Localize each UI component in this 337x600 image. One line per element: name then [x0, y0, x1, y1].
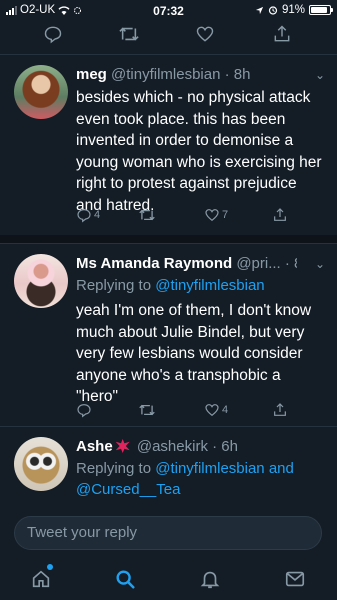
share-icon [274, 208, 286, 221]
avatar[interactable] [14, 254, 68, 308]
reply-count: 4 [94, 209, 101, 221]
like-count: 4 [222, 404, 229, 416]
chevron-down-icon[interactable]: ⌄ [315, 257, 325, 271]
retweet-icon[interactable] [118, 24, 140, 44]
retweet-icon [139, 404, 155, 416]
like-icon[interactable] [195, 24, 215, 44]
mention-link[interactable]: @tinyfilmlesbian [155, 460, 264, 477]
like-button[interactable]: 4 [204, 402, 228, 418]
author-handle: @ashekirk [136, 438, 208, 455]
notification-dot [47, 564, 53, 570]
author-name[interactable]: Ashe [76, 438, 113, 455]
tab-bar [0, 560, 337, 600]
author-handle: @pri... [236, 255, 281, 272]
avatar[interactable] [14, 65, 68, 119]
tweet-meg[interactable]: meg @tinyfilmlesbian · 8h ⌄ besides whic… [0, 55, 337, 235]
alarm-icon [268, 6, 278, 15]
replying-to-label: Replying to [76, 460, 152, 477]
mention-link[interactable]: @tinyfilmlesbian [155, 277, 264, 294]
retweet-icon [139, 209, 155, 221]
share-icon[interactable] [272, 24, 292, 44]
chevron-down-icon[interactable]: ⌄ [315, 68, 325, 82]
messages-icon[interactable] [284, 568, 306, 590]
search-icon[interactable] [114, 568, 136, 590]
notifications-icon[interactable] [199, 568, 221, 590]
replying-to: Replying to @tinyfilmlesbian [76, 275, 327, 296]
tweet-actions: 4 [76, 402, 316, 422]
like-icon [205, 404, 219, 417]
avatar[interactable] [14, 437, 68, 491]
reply-button[interactable] [76, 402, 94, 418]
replying-to: Replying to @tinyfilmlesbian and @Cursed… [76, 458, 327, 500]
reply-icon[interactable] [43, 24, 63, 44]
location-icon [255, 6, 264, 14]
mention-link[interactable]: @Cursed__Tea [76, 481, 180, 498]
tweet-amanda[interactable]: Ms Amanda Raymond @pri... · 8h ⌄ Replyin… [0, 244, 337, 426]
reply-icon [77, 209, 91, 223]
reply-button[interactable]: 4 [76, 207, 100, 223]
tweet-time: · 8h [284, 255, 297, 272]
anger-icon [115, 439, 130, 453]
tweet-ashe[interactable]: Ashe @ashekirk · 6h Replying to @tinyfil… [0, 427, 337, 506]
battery-percent: 91% [281, 4, 305, 16]
mention-conjunction: and [268, 460, 294, 477]
replying-to-label: Replying to [76, 277, 152, 294]
share-button[interactable] [272, 402, 288, 418]
thread-separator [0, 235, 337, 243]
status-bar: O2-UK 07:32 91% [0, 0, 337, 20]
author-handle: @tinyfilmlesbian [111, 66, 221, 83]
tweet-time: · 6h [212, 438, 238, 455]
tweet-time: · 8h [224, 66, 251, 83]
retweet-button[interactable] [138, 402, 156, 418]
like-icon [205, 209, 219, 222]
like-count: 7 [222, 209, 229, 221]
battery-icon [309, 5, 333, 15]
share-icon [274, 403, 286, 416]
tweet-actions: 4 7 [76, 207, 316, 227]
tweet-text: besides which - no physical attack even … [76, 89, 322, 214]
reply-icon [77, 404, 91, 418]
retweet-button[interactable] [138, 207, 156, 223]
home-icon[interactable] [30, 568, 52, 590]
reply-input[interactable]: Tweet your reply [14, 516, 322, 550]
parent-tweet-actions [0, 22, 337, 50]
like-button[interactable]: 7 [204, 207, 228, 223]
tweet-text: yeah I'm one of them, I don't know much … [76, 302, 312, 405]
share-button[interactable] [272, 207, 288, 223]
author-name[interactable]: meg [76, 66, 107, 83]
reply-composer: Tweet your reply [0, 506, 337, 560]
author-name[interactable]: Ms Amanda Raymond [76, 255, 232, 272]
